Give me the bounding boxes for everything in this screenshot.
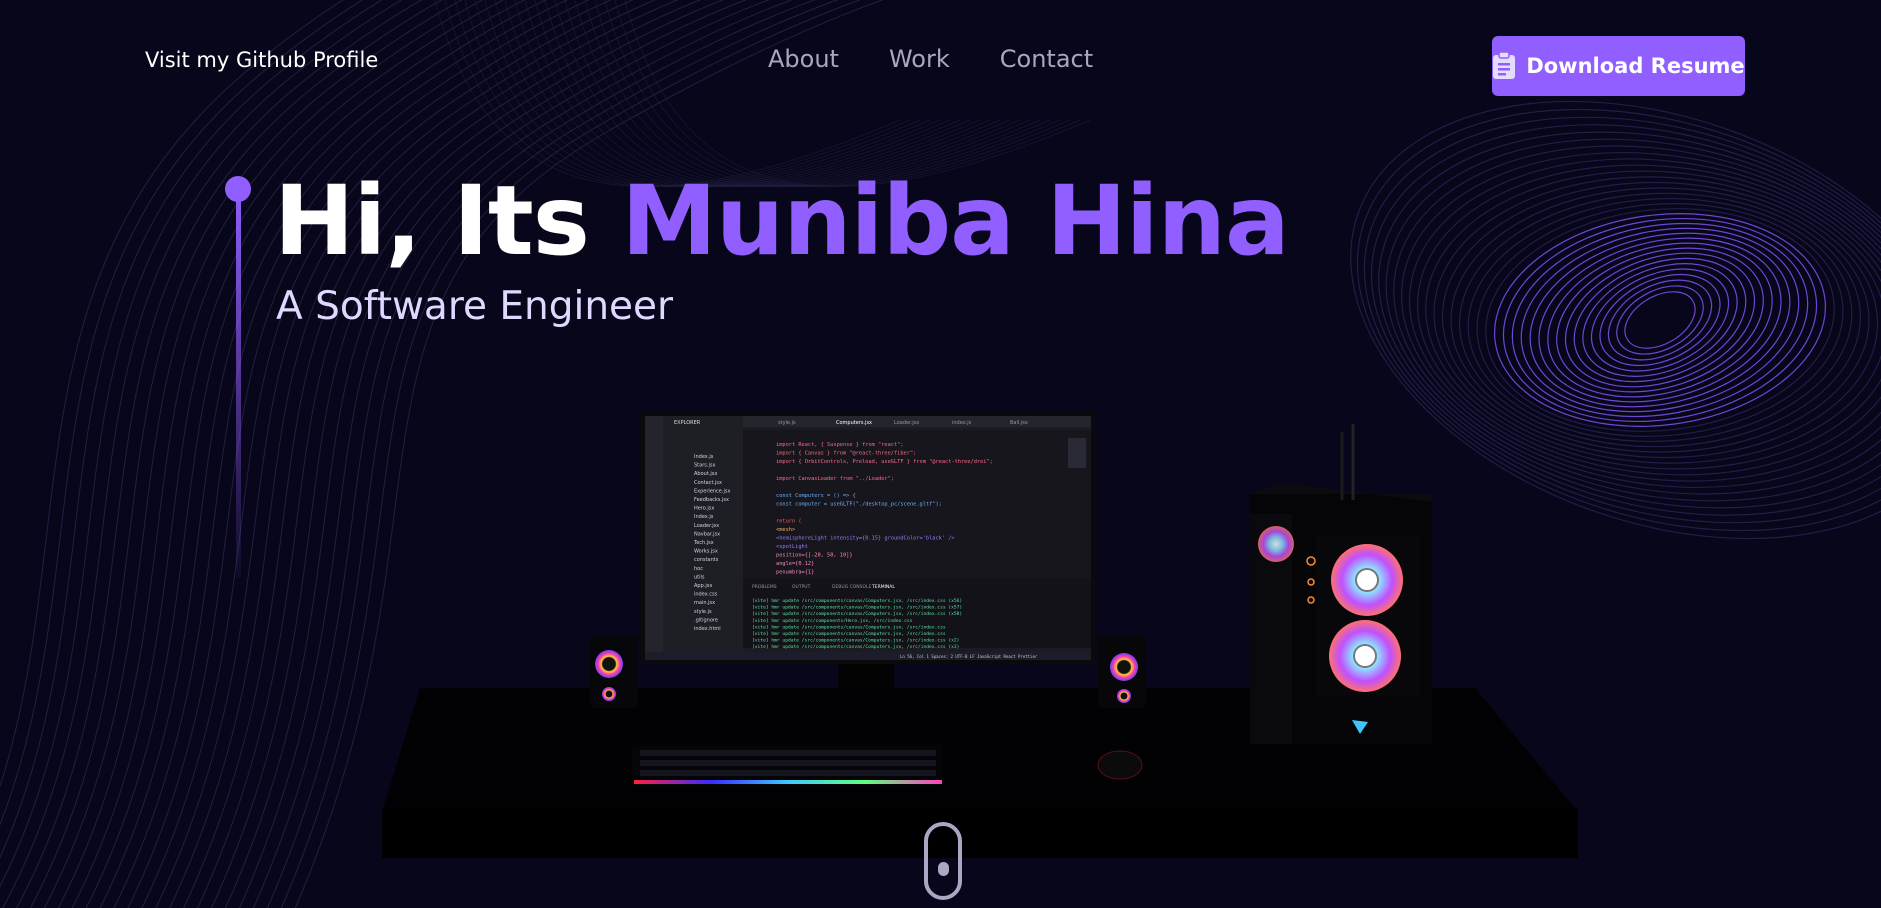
explorer-file: About.jsx (694, 471, 717, 477)
explorer-file: style.js (694, 609, 712, 615)
monitor-stand (838, 660, 894, 690)
explorer-file: index.css (694, 592, 718, 598)
code-line: const computer = useGLTF("./desktop_pc/s… (776, 502, 942, 508)
explorer-file: Works.jsx (694, 549, 718, 555)
desktop-pc-scene[interactable]: EXPLORER Index.js Stars.jsx About.jsx Conta… (0, 0, 1881, 908)
explorer-file: Contact.jsx (694, 480, 722, 486)
explorer-file: index.html (694, 626, 721, 632)
explorer-file: Index.js (694, 454, 714, 460)
explorer-file: .gitignore (694, 617, 718, 623)
explorer-file: Index.js (694, 514, 714, 520)
terminal-line: [vite] hmr update /src/components/Hero.j… (752, 618, 913, 624)
activity-bar (645, 416, 663, 660)
explorer-file: constants (694, 557, 719, 563)
explorer-file: Stars.jsx (694, 463, 715, 469)
explorer-file: hoc (694, 566, 703, 572)
speaker-right-ring (1110, 653, 1138, 681)
editor-tab: Ball.jsx (1010, 420, 1028, 426)
code-line: return ( (776, 519, 802, 525)
terminal-line: [vite] hmr update /src/components/canvas… (752, 631, 946, 637)
explorer-file: utils (694, 574, 705, 580)
explorer-file: Feedbacks.jsx (694, 497, 729, 503)
editor-tab: Computers.jsx (836, 420, 872, 426)
panel-tab: DEBUG CONSOLE (832, 584, 872, 590)
editor-tab: index.js (952, 420, 972, 426)
scroll-indicator-dot (938, 862, 949, 876)
scroll-indicator[interactable] (924, 822, 962, 900)
pc-side-fan (1258, 526, 1294, 562)
mouse (1097, 750, 1143, 780)
code-line: import CanvasLoader from "../Loader"; (776, 476, 894, 482)
speaker-right-ring-small (1117, 689, 1131, 703)
terminal-line: [vite] hmr update /src/components/canvas… (752, 605, 962, 611)
pc-fan-top-hub (1355, 568, 1379, 592)
minimap (1068, 438, 1086, 468)
code-line: position={[-20, 50, 10]} (776, 553, 853, 559)
code-line: angle={0.12} (776, 561, 814, 567)
explorer-file: main.jsx (694, 600, 715, 606)
panel-tab: OUTPUT (792, 584, 811, 590)
panel-tab: TERMINAL (871, 584, 895, 590)
terminal-line: [vite] hmr update /src/components/canvas… (752, 638, 959, 644)
code-line: import { OrbitControls, Preload, useGLTF… (776, 459, 993, 465)
terminal-line: [vite] hmr update /src/components/canvas… (752, 624, 946, 630)
code-line: const Computers = () => { (776, 493, 856, 499)
code-line: <hemisphereLight intensity={0.15} ground… (776, 536, 955, 542)
editor-tab: style.js (778, 420, 796, 426)
terminal-line: [vite] hmr update /src/components/canvas… (752, 598, 962, 604)
explorer-file: Tech.jsx (693, 540, 714, 546)
code-line: import React, { Suspense } from "react"; (776, 442, 904, 448)
explorer-file: Hero.jsx (694, 506, 714, 512)
terminal-line: [vite] hmr update /src/components/canvas… (752, 611, 962, 617)
explorer-title: EXPLORER (674, 420, 701, 426)
desk-front (382, 808, 1578, 858)
keyboard-keys (640, 750, 936, 776)
panel-tab: PROBLEMS (752, 584, 777, 590)
editor-tab: Loader.jsx (894, 420, 919, 426)
speaker-left-ring (595, 650, 623, 678)
status-bar-text: Ln 56, Col 1 Spaces: 2 UTF-8 LF JavaScri… (900, 654, 1038, 659)
explorer-file: App.jsx (694, 583, 712, 589)
code-line: <mesh> (776, 527, 795, 533)
explorer-file: Loader.jsx (694, 523, 719, 529)
code-line: penumbra={1} (776, 570, 814, 576)
code-line: <spotLight (776, 544, 808, 550)
code-line: import { Canvas } from "@react-three/fib… (776, 451, 916, 457)
pc-fan-bottom-hub (1353, 644, 1377, 668)
speaker-left-ring-small (602, 687, 616, 701)
explorer-file: Navbar.jsx (694, 531, 720, 537)
keyboard-rgb-strip (634, 780, 942, 784)
terminal-line: [vite] hmr update /src/components/canvas… (752, 644, 959, 650)
explorer-file: Experience.jsx (694, 488, 730, 494)
